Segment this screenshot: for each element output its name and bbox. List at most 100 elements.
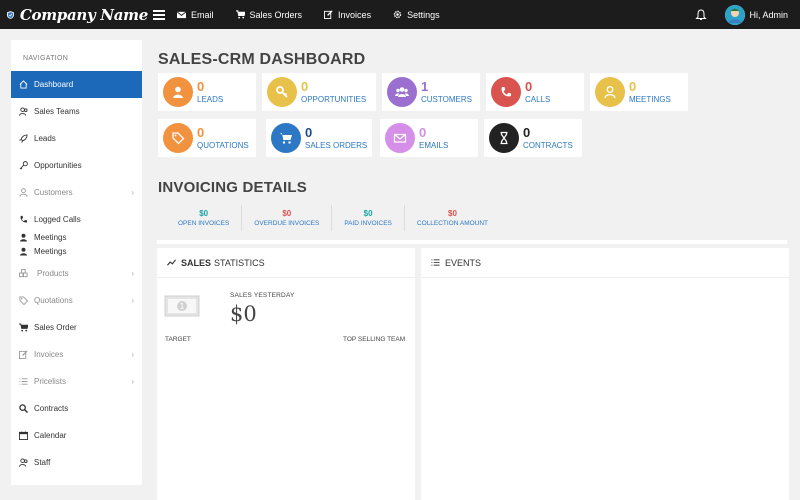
sidebar-item-opportunities[interactable]: Opportunities [11, 152, 142, 179]
stat-card-customers[interactable]: 1 CUSTOMERS [382, 73, 480, 111]
sales-yesterday-value: $0 [230, 302, 257, 326]
sidebar-item-label: Dashboard [34, 80, 74, 89]
topnav-settings[interactable]: Settings [393, 10, 440, 20]
collection-amount[interactable]: $0 COLLECTION AMOUNT [405, 205, 500, 231]
sidebar-item-dashboard[interactable]: Dashboard [11, 71, 142, 98]
sidebar-item-contracts[interactable]: Contracts [11, 395, 142, 422]
open-invoices[interactable]: $0 OPEN INVOICES [166, 205, 243, 231]
stat-card-meetings[interactable]: 0 MEETINGS [590, 73, 688, 111]
brand[interactable]: Company Name [0, 6, 148, 24]
sidebar-item-leads[interactable]: Leads [11, 125, 142, 152]
sidebar-item-label: Customers [34, 188, 73, 197]
calls-circle [491, 77, 521, 107]
stat-card-leads[interactable]: 0 LEADS [158, 73, 256, 111]
chevron-right-icon: › [131, 377, 134, 386]
sidebar-item-label: Meetings [34, 233, 67, 242]
bell-icon[interactable] [695, 8, 708, 21]
rocket-icon [19, 134, 28, 143]
sidebar-item-quotations[interactable]: Quotations › [11, 287, 142, 314]
sidebar-item-logged-calls[interactable]: Logged Calls [11, 206, 142, 233]
collection-amount-value: $0 [448, 208, 457, 218]
target-label: TARGET [165, 336, 191, 343]
quotations-label: QUOTATIONS [197, 140, 249, 150]
sidebar-item-invoices[interactable]: Invoices › [11, 341, 142, 368]
topnav-sales-orders[interactable]: Sales Orders [235, 10, 302, 20]
users-icon [395, 87, 409, 97]
sidebar-item-calendar[interactable]: Calendar [11, 422, 142, 449]
stat-card-quotations[interactable]: 0 QUOTATIONS [158, 119, 256, 157]
chevron-right-icon: › [131, 296, 134, 305]
topnav-email[interactable]: Email [177, 10, 214, 20]
meetings-count: 0 [629, 78, 637, 94]
collection-amount-label: COLLECTION AMOUNT [416, 219, 489, 227]
sidebar-item-meetings[interactable]: Meetings [11, 243, 142, 260]
stat-card-contracts[interactable]: 0 CONTRACTS [484, 119, 582, 157]
calendar-icon [19, 431, 28, 440]
calls-label: CALLS [525, 94, 551, 104]
top-selling-team-label: TOP SELLING TEAM [343, 336, 406, 343]
events-title: EVENTS [445, 257, 482, 268]
paid-invoices-label: PAID INVOICES [344, 219, 392, 227]
edit-icon [19, 350, 28, 359]
overdue-invoices[interactable]: $0 OVERDUE INVOICES [242, 205, 333, 231]
user-icon [173, 86, 183, 98]
contracts-circle [489, 123, 519, 153]
sales-orders-circle [271, 123, 301, 153]
topnav-invoices[interactable]: Invoices [324, 10, 371, 20]
paid-invoices[interactable]: $0 PAID INVOICES [332, 205, 405, 231]
search-icon [19, 404, 28, 413]
stat-card-opportunities[interactable]: 0 OPPORTUNITIES [262, 73, 376, 111]
sidebar-item-pricelists[interactable]: Pricelists › [11, 368, 142, 395]
sidebar-item-label: Quotations [34, 296, 73, 305]
stat-card-emails[interactable]: 0 EMAILS [380, 119, 478, 157]
emails-label: EMAILS [419, 140, 449, 150]
cart-icon [280, 133, 292, 144]
customers-label: CUSTOMERS [421, 94, 472, 104]
quotations-count: 0 [197, 124, 205, 140]
sales-statistics-panel: SALES STATISTICS [157, 248, 415, 500]
chevron-right-icon: › [131, 350, 134, 359]
key-icon [19, 161, 28, 170]
opportunities-circle [267, 77, 297, 107]
leads-label: LEADS [197, 94, 224, 104]
meetings-circle [595, 77, 625, 107]
open-invoices-label: OPEN INVOICES [178, 219, 230, 227]
stat-card-sales-orders[interactable]: 0 SALES ORDERS [266, 119, 372, 157]
phone-icon [20, 215, 28, 223]
sidebar-item-meetings-clipped[interactable]: Meetings [11, 233, 142, 243]
emails-circle [385, 123, 415, 153]
sidebar-item-label: Staff [34, 458, 51, 467]
user-greeting[interactable]: Hi, Admin [749, 10, 788, 20]
top-nav: Email Sales Orders Invoices Settings [177, 10, 462, 20]
events-header: EVENTS [421, 248, 789, 278]
user-avatar-icon [725, 4, 746, 25]
sidebar-item-label: Opportunities [34, 161, 82, 170]
sidebar-item-label: Leads [34, 134, 56, 143]
contracts-count: 0 [523, 124, 531, 140]
sidebar-item-label: Calendar [34, 431, 67, 440]
menu-toggle-icon[interactable] [153, 9, 165, 20]
tag-icon [172, 132, 185, 145]
sidebar-item-staff[interactable]: Staff [11, 449, 142, 476]
sidebar-item-products[interactable]: Products › [11, 260, 142, 287]
sidebar-item-label: Contracts [34, 404, 69, 413]
avatar[interactable] [725, 4, 746, 25]
section-divider [157, 240, 787, 244]
sidebar-item-label: Sales Order [34, 323, 77, 332]
sidebar-item-sales-teams[interactable]: Sales Teams [11, 98, 142, 125]
sidebar-item-sales-order[interactable]: Sales Order [11, 314, 142, 341]
meetings-label: MEETINGS [629, 94, 671, 104]
sidebar-item-customers[interactable]: Customers › [11, 179, 142, 206]
sidebar-item-label: Products [37, 269, 69, 278]
paid-invoices-value: $0 [363, 208, 373, 218]
brand-name: Company Name [19, 5, 148, 24]
overdue-invoices-label: OVERDUE INVOICES [254, 219, 320, 227]
opportunities-label: OPPORTUNITIES [301, 94, 367, 104]
envelope-icon [393, 133, 407, 143]
stat-card-calls[interactable]: 0 CALLS [486, 73, 584, 111]
tag-icon [19, 296, 28, 305]
sales-orders-count: 0 [305, 124, 313, 140]
topnav-settings-label: Settings [407, 9, 440, 20]
user-icon [19, 188, 28, 197]
money-icon: 1 [164, 295, 200, 317]
